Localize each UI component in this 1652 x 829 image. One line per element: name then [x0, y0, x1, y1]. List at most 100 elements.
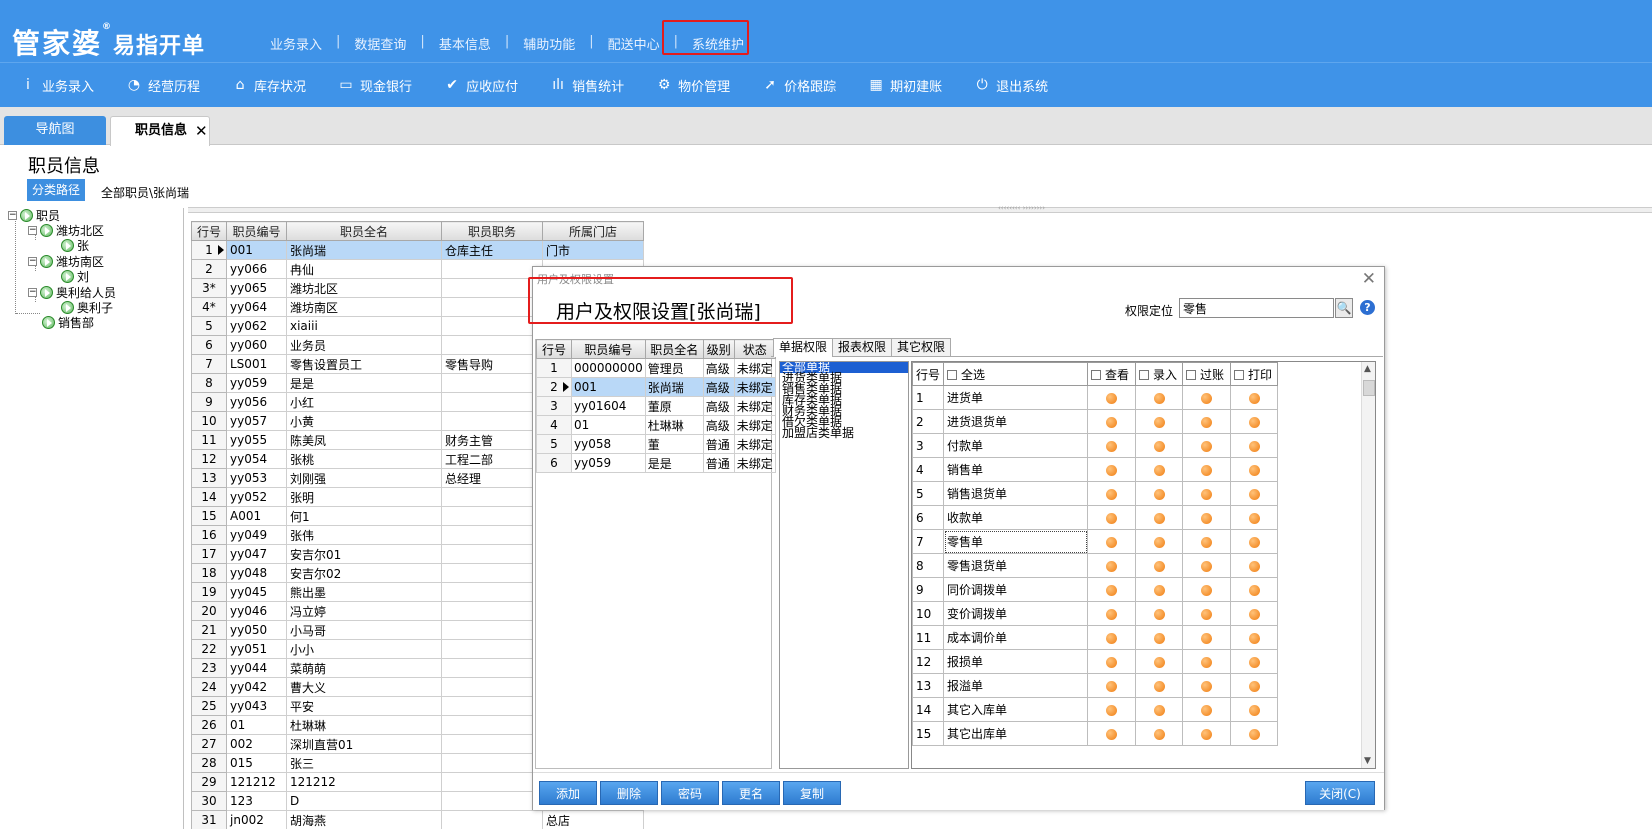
perm-toggle-cell[interactable] — [1182, 649, 1232, 674]
permission-dot-icon[interactable] — [1153, 536, 1165, 548]
permission-dot-icon[interactable] — [1201, 656, 1213, 668]
permission-dot-icon[interactable] — [1153, 512, 1165, 524]
add-button[interactable]: 添加 — [539, 781, 597, 805]
perm-toggle-cell[interactable] — [1230, 457, 1279, 482]
permission-locate-input[interactable] — [1179, 298, 1334, 318]
perm-toggle-cell[interactable] — [1230, 409, 1279, 434]
perm-toggle-cell[interactable] — [1182, 505, 1232, 530]
permission-dot-icon[interactable] — [1248, 608, 1260, 620]
tree-node-weifang-north[interactable]: − 潍坊北区 — [28, 222, 104, 238]
perm-toggle-cell[interactable] — [1230, 721, 1279, 746]
permission-dot-icon[interactable] — [1106, 512, 1118, 524]
entry-checkbox[interactable] — [1139, 370, 1150, 380]
permission-dot-icon[interactable] — [1248, 560, 1260, 572]
perm-toggle-cell[interactable] — [1135, 457, 1184, 482]
perm-tab-0[interactable]: 单据权限 — [773, 338, 834, 357]
tree-node-sales-dept[interactable]: 销售部 — [42, 314, 94, 330]
permission-dot-icon[interactable] — [1248, 392, 1260, 404]
permission-dot-icon[interactable] — [1153, 728, 1165, 740]
user-row[interactable]: 6 yy059 是是 普通 未绑定 — [536, 453, 776, 473]
tree-node-weifang-south[interactable]: − 潍坊南区 — [28, 253, 104, 269]
permission-dot-icon[interactable] — [1248, 704, 1260, 716]
perm-toggle-cell[interactable] — [1087, 409, 1137, 434]
permission-dot-icon[interactable] — [1106, 488, 1118, 500]
permission-dot-icon[interactable] — [1201, 488, 1213, 500]
perm-toggle-cell[interactable] — [1135, 649, 1184, 674]
perm-toggle-cell[interactable] — [1182, 673, 1232, 698]
perm-toggle-cell[interactable] — [1230, 577, 1279, 602]
perm-toggle-cell[interactable] — [1182, 481, 1232, 506]
dialog-close-icon[interactable]: ✕ — [1362, 269, 1376, 289]
password-button[interactable]: 密码 — [661, 781, 719, 805]
permission-dot-icon[interactable] — [1153, 704, 1165, 716]
permission-dot-icon[interactable] — [1106, 464, 1118, 476]
perm-toggle-cell[interactable] — [1182, 433, 1232, 458]
permission-dot-icon[interactable] — [1248, 488, 1260, 500]
permission-dot-icon[interactable] — [1248, 632, 1260, 644]
user-col-header[interactable]: 级别 — [702, 339, 735, 359]
permission-dot-icon[interactable] — [1248, 584, 1260, 596]
tab-staff-info[interactable]: 职员信息 ✕ — [110, 116, 210, 146]
perm-toggle-cell[interactable] — [1182, 385, 1232, 410]
permission-dot-icon[interactable] — [1153, 392, 1165, 404]
perm-toggle-cell[interactable] — [1087, 553, 1137, 578]
perm-toggle-cell[interactable] — [1182, 625, 1232, 650]
top-menu-item-1[interactable]: 数据查询 — [354, 34, 406, 53]
perm-toggle-cell[interactable] — [1087, 433, 1137, 458]
perm-toggle-cell[interactable] — [1087, 577, 1137, 602]
permission-dot-icon[interactable] — [1153, 656, 1165, 668]
tab-navigation-map[interactable]: 导航图 — [4, 116, 106, 145]
select-all-checkbox[interactable] — [947, 370, 958, 380]
permission-dot-icon[interactable] — [1201, 416, 1213, 428]
toolbar-entry-button[interactable]: ⅰ 业务录入 — [20, 76, 94, 95]
perm-toggle-cell[interactable] — [1182, 409, 1232, 434]
user-col-header[interactable]: 状态 — [733, 339, 776, 359]
permission-dot-icon[interactable] — [1201, 680, 1213, 692]
perm-toggle-cell[interactable] — [1230, 673, 1279, 698]
perm-header-print[interactable]: 打印 — [1230, 362, 1279, 386]
copy-button[interactable]: 复制 — [783, 781, 841, 805]
close-button[interactable]: 关闭(C) — [1305, 781, 1375, 805]
user-col-header[interactable]: 行号 — [536, 339, 572, 359]
perm-toggle-cell[interactable] — [1182, 577, 1232, 602]
permission-dot-icon[interactable] — [1201, 632, 1213, 644]
perm-toggle-cell[interactable] — [1087, 601, 1137, 626]
perm-toggle-cell[interactable] — [1230, 625, 1279, 650]
permission-row[interactable]: 11 成本调价单 — [912, 625, 1279, 650]
perm-header-entry[interactable]: 录入 — [1135, 362, 1184, 386]
permission-dot-icon[interactable] — [1201, 728, 1213, 740]
permission-dot-icon[interactable] — [1106, 536, 1118, 548]
permission-scrollbar[interactable]: ▲ ▼ — [1361, 362, 1375, 768]
perm-toggle-cell[interactable] — [1135, 721, 1184, 746]
permission-row[interactable]: 7 零售单 — [912, 529, 1279, 554]
permission-dot-icon[interactable] — [1201, 704, 1213, 716]
perm-toggle-cell[interactable] — [1087, 649, 1137, 674]
toolbar-price-track-button[interactable]: ➚ 价格跟踪 — [762, 76, 836, 95]
staff-col-header[interactable]: 职员编号 — [226, 221, 287, 241]
permission-row[interactable]: 2 进货退货单 — [912, 409, 1279, 434]
toolbar-cash-button[interactable]: ▭ 现金银行 — [338, 76, 412, 95]
permission-dot-icon[interactable] — [1153, 416, 1165, 428]
delete-button[interactable]: 删除 — [600, 781, 658, 805]
permission-dot-icon[interactable] — [1248, 728, 1260, 740]
permission-dot-icon[interactable] — [1248, 440, 1260, 452]
help-icon[interactable]: ? — [1360, 300, 1375, 315]
toolbar-price-button[interactable]: ⚙ 物价管理 — [656, 76, 730, 95]
permission-dot-icon[interactable] — [1106, 608, 1118, 620]
permission-dot-icon[interactable] — [1201, 560, 1213, 572]
perm-toggle-cell[interactable] — [1135, 625, 1184, 650]
perm-toggle-cell[interactable] — [1182, 457, 1232, 482]
panel-splitter[interactable]: ‹‹‹‹‹‹‹‹ ›››››››› — [188, 204, 1652, 213]
permission-dot-icon[interactable] — [1153, 680, 1165, 692]
perm-toggle-cell[interactable] — [1087, 721, 1137, 746]
permission-row[interactable]: 6 收款单 — [912, 505, 1279, 530]
perm-header-select-all[interactable]: 全选 — [943, 362, 1089, 386]
post-checkbox[interactable] — [1186, 370, 1197, 380]
table-row[interactable]: 1 001 张尚瑞 仓库主任 门市 — [191, 240, 644, 260]
scroll-up-icon[interactable]: ▲ — [1364, 364, 1371, 374]
perm-toggle-cell[interactable] — [1135, 385, 1184, 410]
permission-dot-icon[interactable] — [1153, 488, 1165, 500]
permission-dot-icon[interactable] — [1201, 392, 1213, 404]
perm-toggle-cell[interactable] — [1135, 409, 1184, 434]
perm-toggle-cell[interactable] — [1087, 385, 1137, 410]
